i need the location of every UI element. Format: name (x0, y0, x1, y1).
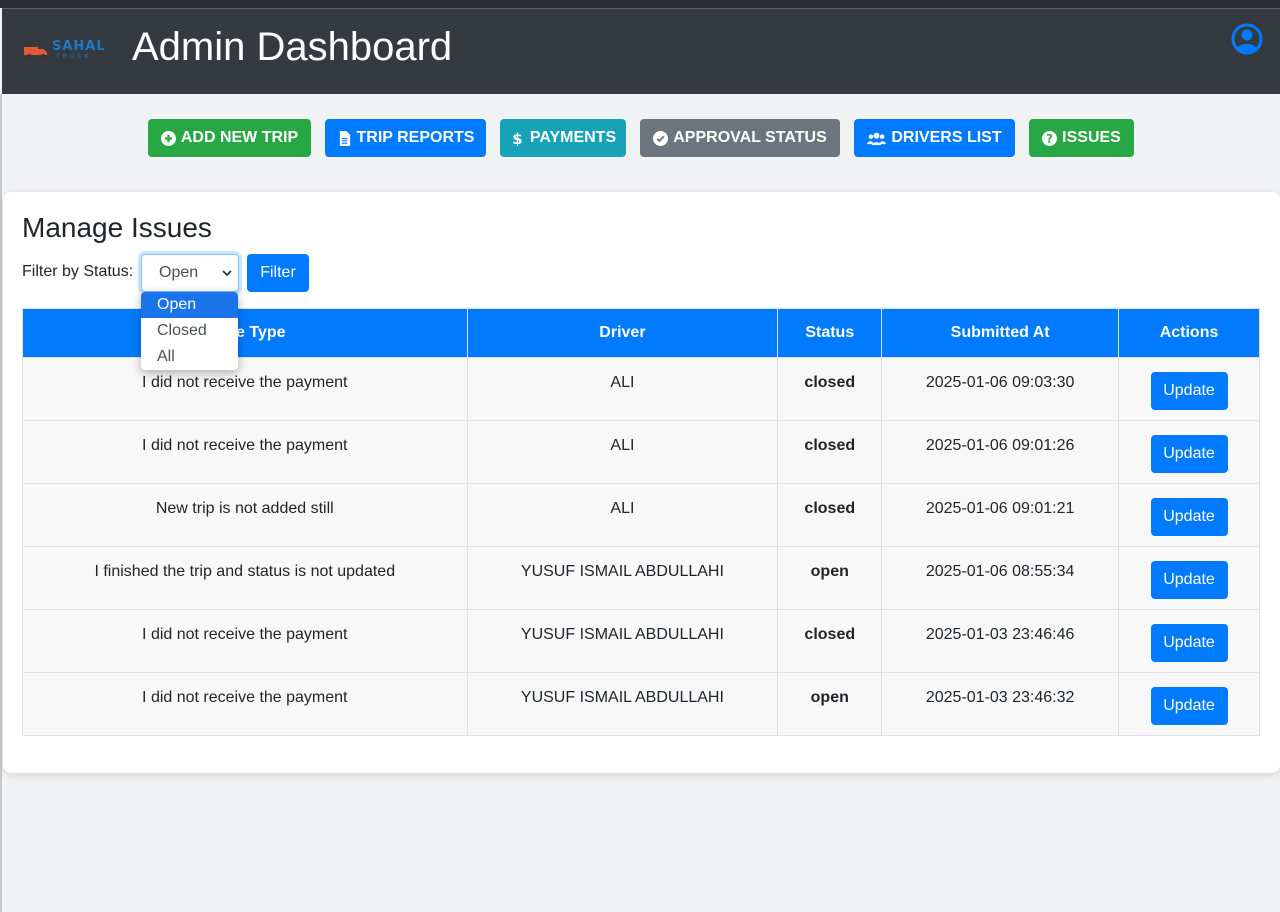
add-new-trip-button[interactable]: ADD NEW TRIP (148, 119, 311, 157)
add-new-trip-label: ADD NEW TRIP (180, 129, 299, 146)
table-row: New trip is not added still ALI closed 2… (22, 483, 1260, 547)
issue-type-cell: New trip is not added still (22, 483, 468, 547)
manage-issues-card: Manage Issues Filter by Status: Open Fil… (3, 192, 1280, 773)
table-row: I did not receive the payment YUSUF ISMA… (22, 672, 1260, 736)
driver-cell: YUSUF ISMAIL ABDULLAHI (466, 672, 779, 736)
driver-cell: ALI (466, 357, 779, 421)
update-button[interactable]: Update (1150, 561, 1228, 599)
actions-cell: Update (1118, 420, 1260, 484)
status-cell: open (777, 672, 883, 736)
status-cell: closed (777, 483, 883, 547)
table-row: I did not receive the payment ALI closed… (22, 420, 1260, 484)
page-title: Admin Dashboard (132, 25, 453, 69)
filter-label: Filter by Status: (22, 263, 134, 280)
dollar-icon: $ (512, 131, 522, 146)
status-filter-value: Open (159, 264, 199, 281)
issue-type-cell: I finished the trip and status is not up… (22, 546, 468, 610)
issues-table: Issue Type Driver Status Submitted At Ac… (22, 308, 1260, 736)
status-cell: open (777, 546, 883, 610)
actions-cell: Update (1118, 609, 1260, 673)
table-row: I finished the trip and status is not up… (22, 546, 1260, 610)
status-filter-select[interactable]: Open (141, 254, 239, 292)
driver-cell: YUSUF ISMAIL ABDULLAHI (466, 609, 779, 673)
approval-status-button[interactable]: APPROVAL STATUS (640, 119, 840, 157)
submitted-at-cell: 2025-01-03 23:46:32 (881, 672, 1120, 736)
trip-reports-button[interactable]: TRIP REPORTS (325, 119, 486, 157)
column-header-status: Status (777, 308, 883, 358)
user-account-icon[interactable] (1231, 23, 1263, 55)
table-row: I did not receive the payment YUSUF ISMA… (22, 609, 1260, 673)
actions-cell: Update (1118, 546, 1260, 610)
plus-circle-icon (160, 130, 176, 146)
submitted-at-cell: 2025-01-06 08:55:34 (881, 546, 1120, 610)
payments-label: PAYMENTS (529, 129, 617, 146)
chevron-down-icon (222, 270, 232, 277)
submitted-at-cell: 2025-01-06 09:03:30 (881, 357, 1120, 421)
column-header-driver: Driver (466, 308, 779, 358)
approval-status-label: APPROVAL STATUS (673, 129, 827, 146)
column-header-issue-type: Issue Type (22, 308, 468, 358)
check-circle-icon (653, 130, 669, 146)
issue-type-cell: I did not receive the payment (22, 420, 468, 484)
app-header: SAHAL TRUCK Admin Dashboard (2, 8, 1280, 94)
section-title: Manage Issues (22, 212, 212, 243)
left-edge (0, 94, 2, 912)
driver-cell: ALI (466, 483, 779, 547)
column-header-submitted-at: Submitted At (881, 308, 1120, 358)
truck-icon (24, 47, 47, 58)
actions-cell: Update (1118, 483, 1260, 547)
submitted-at-cell: 2025-01-06 09:01:26 (881, 420, 1120, 484)
update-button[interactable]: Update (1150, 624, 1228, 662)
dropdown-option-closed[interactable]: Closed (141, 318, 238, 344)
drivers-list-button[interactable]: DRIVERS LIST (854, 119, 1015, 157)
issue-type-cell: I did not receive the payment (22, 609, 468, 673)
submitted-at-cell: 2025-01-06 09:01:21 (881, 483, 1120, 547)
status-cell: closed (777, 420, 883, 484)
main-nav: ADD NEW TRIP TRIP REPORTS $ PAYMENTS APP… (0, 119, 1280, 157)
submitted-at-cell: 2025-01-03 23:46:46 (881, 609, 1120, 673)
update-button[interactable]: Update (1150, 372, 1228, 410)
issues-button[interactable]: ? ISSUES (1029, 119, 1134, 157)
dropdown-option-all[interactable]: All (141, 344, 238, 370)
window-top-bar (0, 0, 1280, 8)
svg-text:$: $ (512, 131, 522, 146)
update-button[interactable]: Update (1150, 498, 1228, 536)
status-cell: closed (777, 609, 883, 673)
drivers-list-label: DRIVERS LIST (891, 129, 1002, 146)
trip-reports-label: TRIP REPORTS (356, 129, 475, 146)
users-icon (867, 132, 887, 145)
issues-label: ISSUES (1062, 129, 1121, 146)
payments-button[interactable]: $ PAYMENTS (500, 119, 626, 157)
brand-logo[interactable]: SAHAL TRUCK (24, 39, 114, 63)
column-header-actions: Actions (1118, 308, 1260, 358)
driver-cell: ALI (466, 420, 779, 484)
dropdown-option-open[interactable]: Open (141, 292, 238, 318)
driver-cell: YUSUF ISMAIL ABDULLAHI (466, 546, 779, 610)
question-circle-icon: ? (1042, 130, 1058, 146)
issue-type-cell: I did not receive the payment (22, 672, 468, 736)
update-button[interactable]: Update (1150, 687, 1228, 725)
brand-name: SAHAL (52, 39, 106, 54)
update-button[interactable]: Update (1150, 435, 1228, 473)
status-cell: closed (777, 357, 883, 421)
svg-text:?: ? (1046, 132, 1053, 145)
status-filter-dropdown: Open Closed All (141, 292, 238, 370)
issue-type-cell: I did not receive the payment (22, 357, 468, 421)
actions-cell: Update (1118, 672, 1260, 736)
filter-button[interactable]: Filter (247, 254, 309, 292)
brand-subtitle: TRUCK (56, 54, 92, 60)
file-icon (339, 130, 350, 146)
actions-cell: Update (1118, 357, 1260, 421)
